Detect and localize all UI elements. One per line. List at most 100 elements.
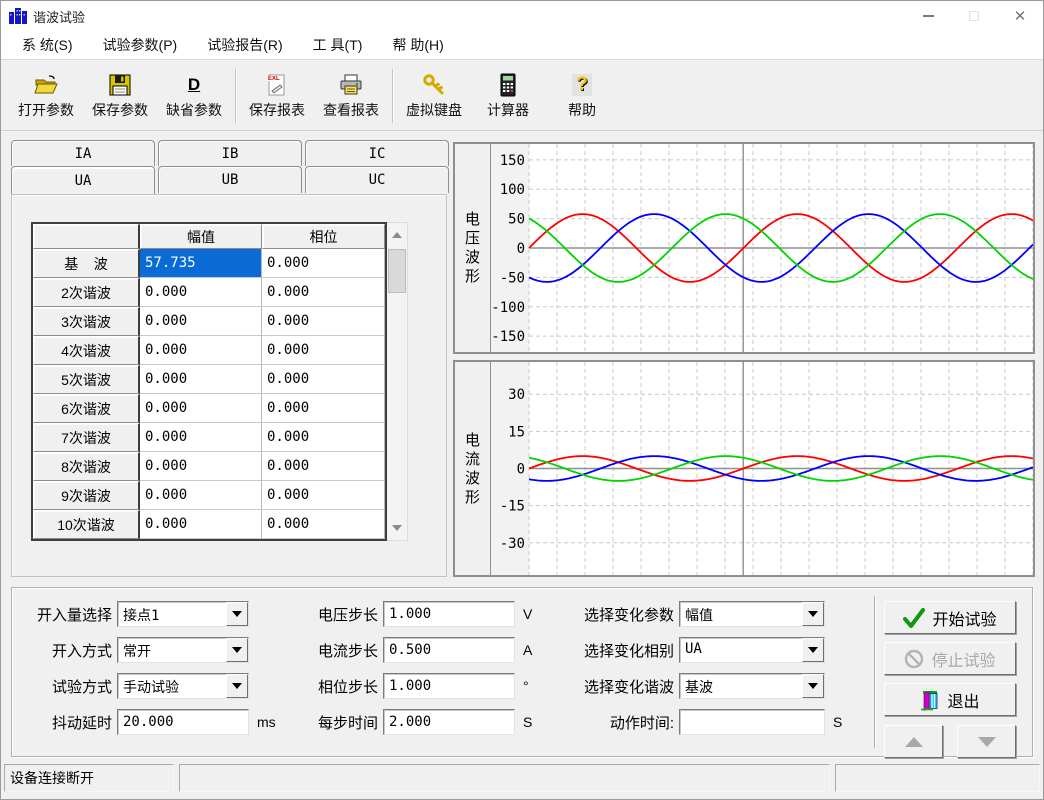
scroll-down-button[interactable]: [387, 516, 407, 540]
step-time-field[interactable]: [383, 709, 515, 735]
help-button[interactable]: ?帮助: [545, 67, 619, 125]
binary-input-mode-select[interactable]: 常开: [117, 637, 249, 663]
save-floppy-icon: [107, 72, 133, 98]
change-phase-select[interactable]: UA: [679, 637, 825, 663]
change-parameter-value: 幅值: [680, 602, 802, 626]
tab-row-voltage: UAUBUC: [11, 166, 449, 193]
axis-label-char: 流: [465, 450, 480, 469]
default-d-icon: D: [181, 72, 207, 98]
amplitude-cell-8[interactable]: 0.000: [140, 452, 262, 481]
change-harmonic-label: 选择变化谐波: [562, 676, 674, 697]
save-report-button[interactable]: EXL保存报表: [240, 67, 314, 125]
amplitude-cell-9[interactable]: 0.000: [140, 481, 262, 510]
virtual-keyboard-button[interactable]: 虚拟键盘: [397, 67, 471, 125]
tab-ub[interactable]: UB: [158, 166, 302, 193]
exit-button[interactable]: 退出: [884, 683, 1016, 716]
axis-label-char: 形: [465, 267, 480, 286]
svg-text:0: 0: [517, 241, 525, 257]
phase-cell-7[interactable]: 0.000: [262, 423, 385, 452]
save-params-button[interactable]: 保存参数: [83, 67, 157, 125]
waveform-plot: 150100500-50-100-150: [491, 144, 1033, 352]
phase-cell-1[interactable]: 0.000: [262, 249, 385, 278]
phase-cell-10[interactable]: 0.000: [262, 510, 385, 539]
phase-cell-3[interactable]: 0.000: [262, 307, 385, 336]
voltage-step-label: 电压步长: [300, 604, 378, 625]
scrollbar-thumb[interactable]: [388, 249, 406, 293]
status-bar: 设备连接断开: [4, 764, 1040, 792]
action-time-field[interactable]: [679, 709, 825, 735]
binary-input-select-select[interactable]: 接点1: [117, 601, 249, 627]
amplitude-cell-2[interactable]: 0.000: [140, 278, 262, 307]
phase-cell-2[interactable]: 0.000: [262, 278, 385, 307]
amplitude-cell-3[interactable]: 0.000: [140, 307, 262, 336]
row-header-10: 10次谐波: [33, 510, 140, 539]
voltage-step-field[interactable]: [383, 601, 515, 627]
change-phase-row: 选择变化相别UA: [562, 637, 842, 663]
open-params-button[interactable]: 打开参数: [9, 67, 83, 125]
page-up-button[interactable]: [884, 725, 943, 758]
menu-item-1[interactable]: 系 统(S): [7, 35, 88, 55]
controls-col-1: 开入量选择接点1开入方式常开试验方式手动试验抖动延时ms: [20, 588, 276, 735]
view-report-button[interactable]: 查看报表: [314, 67, 388, 125]
amplitude-cell-6[interactable]: 0.000: [140, 394, 262, 423]
debounce-delay-field[interactable]: [117, 709, 249, 735]
row-header-4: 4次谐波: [33, 336, 140, 365]
amplitude-cell-4[interactable]: 0.000: [140, 336, 262, 365]
change-harmonic-value: 基波: [680, 674, 802, 698]
change-harmonic-dropdown-button[interactable]: [802, 674, 824, 698]
binary-input-select-dropdown-button[interactable]: [226, 602, 248, 626]
phase-cell-6[interactable]: 0.000: [262, 394, 385, 423]
calculator-button[interactable]: 计算器: [471, 67, 545, 125]
current-step-field[interactable]: [383, 637, 515, 663]
menu-bar: 系 统(S)试验参数(P)试验报告(R)工 具(T)帮 助(H): [1, 31, 1043, 60]
phase-cell-4[interactable]: 0.000: [262, 336, 385, 365]
tab-ic[interactable]: IC: [305, 140, 449, 166]
phase-cell-5[interactable]: 0.000: [262, 365, 385, 394]
maximize-button[interactable]: [951, 1, 997, 31]
change-parameter-dropdown-button[interactable]: [802, 602, 824, 626]
test-mode-select[interactable]: 手动试验: [117, 673, 249, 699]
test-mode-dropdown-button[interactable]: [226, 674, 248, 698]
stop-test-button[interactable]: 停止试验: [884, 642, 1016, 675]
tab-ib[interactable]: IB: [158, 140, 302, 166]
harmonic-table: 幅值相位基 波57.7350.0002次谐波0.0000.0003次谐波0.00…: [31, 222, 387, 541]
menu-item-2[interactable]: 试验参数(P): [88, 35, 193, 55]
tab-ua[interactable]: UA: [11, 166, 155, 194]
harmonic-tab-page: 幅值相位基 波57.7350.0002次谐波0.0000.0003次谐波0.00…: [11, 194, 447, 577]
change-parameter-label: 选择变化参数: [562, 604, 674, 625]
app-window: 谐波试验 ✕ 系 统(S)试验参数(P)试验报告(R)工 具(T)帮 助(H) …: [0, 0, 1044, 800]
save-report-label: 保存报表: [249, 100, 305, 120]
excel-report-icon: EXL: [264, 72, 290, 98]
close-button[interactable]: ✕: [997, 1, 1043, 31]
toolbar-separator: [235, 69, 236, 123]
row-header-1: 基 波: [33, 249, 140, 278]
menu-item-4[interactable]: 工 具(T): [298, 35, 378, 55]
page-down-button[interactable]: [957, 725, 1016, 758]
default-params-button[interactable]: D缺省参数: [157, 67, 231, 125]
amplitude-cell-7[interactable]: 0.000: [140, 423, 262, 452]
menu-item-3[interactable]: 试验报告(R): [192, 35, 297, 55]
start-test-button[interactable]: 开始试验: [884, 601, 1016, 634]
tab-uc[interactable]: UC: [305, 166, 449, 193]
phase-cell-9[interactable]: 0.000: [262, 481, 385, 510]
phase-cell-8[interactable]: 0.000: [262, 452, 385, 481]
binary-input-mode-value: 常开: [118, 638, 226, 662]
scroll-up-button[interactable]: [387, 223, 407, 247]
phase-step-unit: °: [523, 678, 529, 694]
phase-step-field[interactable]: [383, 673, 515, 699]
change-harmonic-select[interactable]: 基波: [679, 673, 825, 699]
svg-text:-100: -100: [491, 300, 525, 316]
calculator-label: 计算器: [487, 100, 529, 120]
amplitude-cell-10[interactable]: 0.000: [140, 510, 262, 539]
change-parameter-select[interactable]: 幅值: [679, 601, 825, 627]
voltage-waveform-label: 电压波形: [455, 144, 491, 352]
amplitude-cell-1[interactable]: 57.735: [140, 249, 262, 278]
tab-ia[interactable]: IA: [11, 140, 155, 166]
binary-input-select-value: 接点1: [118, 602, 226, 626]
minimize-button[interactable]: [905, 1, 951, 31]
change-phase-dropdown-button[interactable]: [802, 638, 824, 662]
binary-input-mode-dropdown-button[interactable]: [226, 638, 248, 662]
amplitude-cell-5[interactable]: 0.000: [140, 365, 262, 394]
menu-item-5[interactable]: 帮 助(H): [377, 35, 458, 55]
toolbar-separator: [392, 69, 393, 123]
